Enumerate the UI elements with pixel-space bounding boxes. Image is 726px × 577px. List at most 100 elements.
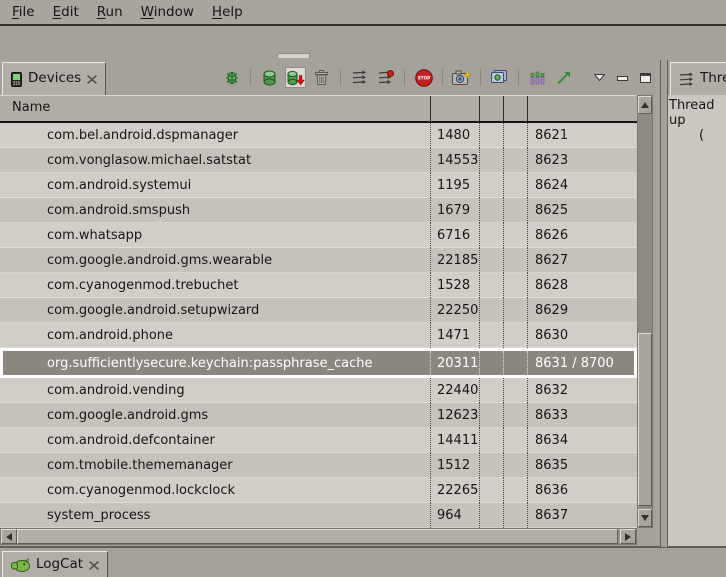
process-name-cell: com.cyanogenmod.trebuchet <box>0 273 430 298</box>
screen-capture-icon[interactable] <box>451 67 472 88</box>
scroll-right-button[interactable] <box>620 529 636 544</box>
table-row[interactable]: com.android.defcontainer144118634 <box>0 428 637 453</box>
empty-cell <box>503 351 527 375</box>
empty-cell <box>479 478 503 503</box>
process-name-cell: system_process <box>0 503 430 528</box>
table-row[interactable]: com.google.android.gms.wearable221858627 <box>0 248 637 273</box>
empty-cell <box>479 378 503 403</box>
table-row[interactable]: com.android.smspush16798625 <box>0 198 637 223</box>
start-tracking-icon[interactable] <box>553 67 574 88</box>
process-pid-cell: 22265 <box>430 478 479 503</box>
menu-help[interactable]: Help <box>203 0 252 24</box>
menu-edit[interactable]: Edit <box>44 0 88 24</box>
process-name-cell: com.android.smspush <box>0 198 430 223</box>
table-row[interactable]: com.android.vending224408632 <box>0 378 637 403</box>
threads-icon <box>679 72 694 87</box>
menu-window[interactable]: Window <box>132 0 203 24</box>
tab-devices-label: Devices <box>28 70 81 86</box>
phone-icon <box>11 72 22 87</box>
horizontal-scroll-thumb[interactable] <box>17 529 618 544</box>
update-heap-icon[interactable] <box>259 67 280 88</box>
toolbar-separator <box>250 69 251 86</box>
process-name-cell: com.google.android.gms <box>0 403 430 428</box>
process-pid-cell: 20311 <box>430 351 479 375</box>
vertical-scrollbar[interactable] <box>637 95 653 528</box>
menu-file[interactable]: File <box>3 0 44 24</box>
scroll-left-button[interactable] <box>1 529 17 544</box>
maximize-icon[interactable] <box>639 67 652 88</box>
empty-cell <box>503 453 527 478</box>
process-pid-cell: 22185 <box>430 248 479 273</box>
empty-cell <box>503 248 527 273</box>
table-row[interactable]: com.bel.android.dspmanager14808621 <box>0 123 637 148</box>
process-pid-cell: 12623 <box>430 403 479 428</box>
stop-process-icon[interactable]: STOP <box>413 67 434 88</box>
empty-cell <box>479 248 503 273</box>
table-row[interactable]: com.vonglasow.michael.satstat145538623 <box>0 148 637 173</box>
process-port-cell: 8630 <box>527 323 637 348</box>
column-header-b[interactable] <box>503 96 527 121</box>
column-header-name[interactable]: Name <box>0 96 430 121</box>
table-row[interactable]: com.android.systemui11958624 <box>0 173 637 198</box>
empty-cell <box>503 298 527 323</box>
horizontal-scrollbar[interactable] <box>0 528 637 545</box>
process-pid-cell: 1679 <box>430 198 479 223</box>
table-row[interactable]: com.google.android.setupwizard222508629 <box>0 298 637 323</box>
view-menu-chevron-icon[interactable] <box>593 67 606 88</box>
scroll-down-button[interactable] <box>638 509 652 527</box>
minimize-icon[interactable] <box>616 67 629 88</box>
process-name-cell: com.google.android.setupwizard <box>0 298 430 323</box>
column-header-a[interactable] <box>479 96 503 121</box>
empty-cell <box>503 198 527 223</box>
process-name-cell: com.cyanogenmod.lockclock <box>0 478 430 503</box>
threads-message-line2: ( <box>669 128 725 143</box>
table-row[interactable]: com.cyanogenmod.lockclock22265 8636 <box>0 478 637 503</box>
system-info-icon[interactable] <box>527 67 548 88</box>
empty-cell <box>503 323 527 348</box>
table-row[interactable]: com.cyanogenmod.trebuchet15288628 <box>0 273 637 298</box>
process-pid-cell: 14411 <box>430 428 479 453</box>
debug-attach-icon[interactable] <box>221 67 242 88</box>
view-window-buttons <box>593 67 652 88</box>
empty-cell <box>479 503 503 528</box>
process-name-cell: org.sufficientlysecure.keychain:passphra… <box>3 351 430 375</box>
scroll-up-button[interactable] <box>638 96 652 114</box>
update-threads-icon[interactable] <box>349 67 370 88</box>
dump-hprof-icon[interactable] <box>285 67 306 88</box>
tab-threads-label: Threads <box>700 70 726 86</box>
close-icon[interactable] <box>89 561 99 570</box>
process-port-cell: 8636 <box>527 478 637 503</box>
tab-logcat[interactable]: LogCat <box>2 551 108 577</box>
logcat-icon <box>11 558 30 572</box>
cause-gc-trash-icon[interactable] <box>311 67 332 88</box>
process-port-cell: 8626 <box>527 223 637 248</box>
column-header-port[interactable] <box>527 96 637 121</box>
close-icon[interactable] <box>87 75 97 84</box>
process-port-cell: 8621 <box>527 123 637 148</box>
multi-screen-capture-icon[interactable] <box>489 67 510 88</box>
table-row[interactable]: org.sufficientlysecure.keychain:passphra… <box>0 348 637 378</box>
perspective-handle[interactable] <box>277 53 310 58</box>
menu-run[interactable]: Run <box>88 0 132 24</box>
empty-cell <box>479 351 503 375</box>
table-row[interactable]: com.google.android.gms126238633 <box>0 403 637 428</box>
tab-threads[interactable]: Threads <box>670 62 726 95</box>
devices-toolbar: STOP <box>221 60 654 95</box>
process-port-cell: 8637 <box>527 503 637 528</box>
table-row[interactable]: com.whatsapp67168626 <box>0 223 637 248</box>
table-row[interactable]: com.tmobile.thememanager15128635 <box>0 453 637 478</box>
tab-devices[interactable]: Devices <box>2 62 106 95</box>
column-header-pid[interactable] <box>430 96 479 121</box>
process-port-cell: 8623 <box>527 148 637 173</box>
empty-cell <box>503 223 527 248</box>
process-name-cell: com.tmobile.thememanager <box>0 453 430 478</box>
threads-tabbar: Threads <box>668 60 726 95</box>
tab-logcat-label: LogCat <box>36 556 83 572</box>
empty-cell <box>503 173 527 198</box>
table-row[interactable]: com.android.phone14718630 <box>0 323 637 348</box>
table-row[interactable]: system_process9648637 <box>0 503 637 528</box>
method-profiling-icon[interactable] <box>375 67 396 88</box>
toolbar-strip <box>0 26 726 58</box>
process-name-cell: com.bel.android.dspmanager <box>0 123 430 148</box>
vertical-scroll-thumb[interactable] <box>638 333 652 506</box>
